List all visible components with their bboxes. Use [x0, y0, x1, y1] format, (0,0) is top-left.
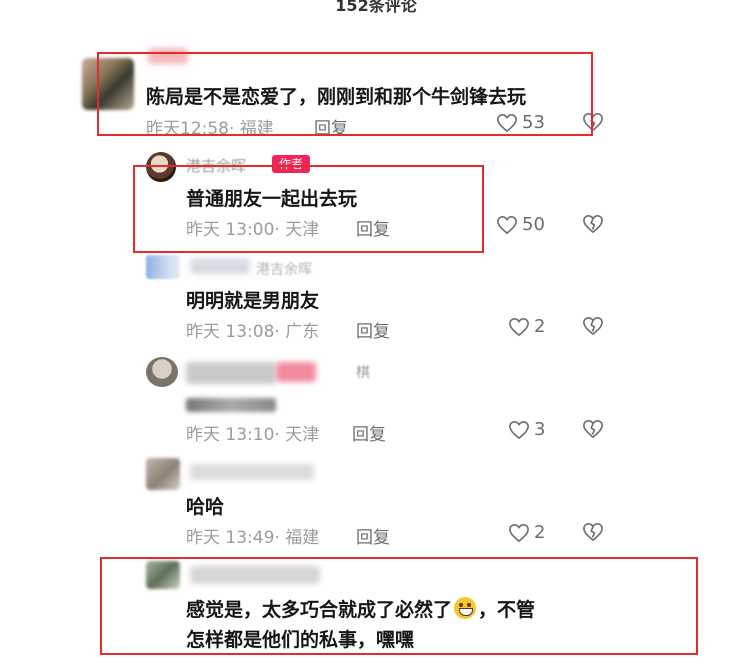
comment-text-blurred	[186, 398, 276, 412]
comment-time: 昨天 13:49	[186, 528, 275, 548]
comment-location: · 福建	[274, 528, 320, 548]
heart-outline-icon	[509, 317, 529, 336]
like-count: 2	[534, 522, 546, 543]
reply-button[interactable]: 回复	[352, 420, 386, 445]
heart-outline-icon	[509, 420, 529, 439]
avatar[interactable]	[146, 255, 180, 279]
heart-outline-icon	[509, 523, 529, 542]
like-count: 50	[522, 214, 545, 235]
like-button[interactable]: 2	[508, 522, 545, 543]
reply-to-name: 棋	[356, 365, 370, 381]
dislike-button[interactable]	[582, 316, 604, 336]
dislike-button[interactable]	[582, 419, 604, 439]
comment-meta: 昨天 13:49· 福建	[186, 523, 319, 548]
dislike-button[interactable]	[582, 522, 604, 542]
username-blurred[interactable]	[186, 362, 276, 384]
comment-time: 昨天 13:08	[186, 322, 275, 342]
highlight-box	[100, 557, 698, 655]
reply-button[interactable]: 回复	[356, 523, 390, 548]
like-button[interactable]: 3	[508, 419, 545, 440]
comment-text: 哈哈	[186, 496, 225, 518]
comment-count-title: 152条评论	[335, 0, 417, 15]
username-blurred	[276, 362, 316, 382]
heart-outline-icon	[497, 215, 517, 234]
comment-location: · 天津	[274, 425, 320, 445]
reply-button[interactable]: 回复	[356, 317, 390, 342]
broken-heart-icon	[583, 317, 603, 335]
highlight-box	[133, 165, 484, 253]
broken-heart-icon	[583, 215, 603, 233]
comment-meta: 昨天 13:08· 广东	[186, 317, 319, 342]
like-count: 3	[534, 419, 546, 440]
highlight-box	[97, 52, 593, 136]
comment-meta: 昨天 13:10· 天津	[186, 420, 319, 445]
like-count: 2	[534, 316, 546, 337]
comment-time: 昨天 13:10	[186, 425, 275, 445]
avatar[interactable]	[146, 357, 178, 387]
like-button[interactable]: 2	[508, 316, 545, 337]
broken-heart-icon	[583, 420, 603, 438]
username-blurred[interactable]	[190, 464, 314, 480]
broken-heart-icon	[583, 523, 603, 541]
like-button[interactable]: 50	[496, 214, 545, 235]
avatar[interactable]	[146, 458, 180, 490]
dislike-button[interactable]	[582, 214, 604, 234]
username-blurred[interactable]	[190, 258, 250, 274]
reply-to-name: 港吉余晖	[256, 262, 312, 278]
comment-text: 明明就是男朋友	[186, 290, 320, 312]
comment-location: · 广东	[274, 322, 320, 342]
